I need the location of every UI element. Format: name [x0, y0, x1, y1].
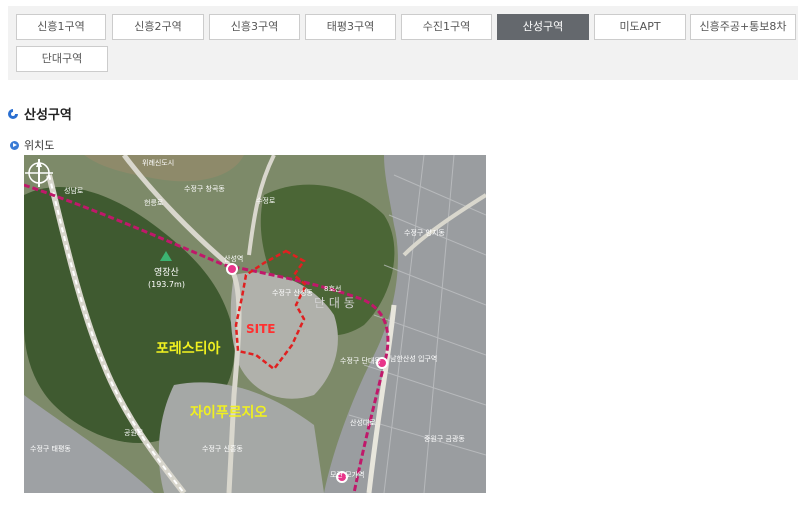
- section-heading: 산성구역: [8, 104, 72, 123]
- road-heonreung-label: 헌릉로: [144, 199, 164, 207]
- dandae-area-label: 단 대 동: [314, 296, 355, 310]
- tab-sinheung1[interactable]: 신흥1구역: [16, 14, 106, 40]
- apartment-forestia-label: 포레스티아: [156, 340, 221, 357]
- tab-sinheung-jugong[interactable]: 신흥주공+통보8차: [690, 14, 796, 40]
- mountain-name-label: 영장산: [154, 267, 179, 278]
- section-title: 산성구역: [24, 108, 72, 123]
- road-sujeong-label: 수정로: [256, 196, 276, 205]
- location-map: 영장산 (193.7m) SITE 포레스티아 자이푸르지오 산성역 남한산성 …: [24, 155, 486, 493]
- site-label: SITE: [246, 322, 276, 336]
- dong-geumgwang-label: 중원구 금광동: [424, 434, 465, 443]
- dong-sanseong-label: 수정구 산성동: [272, 288, 313, 297]
- station-namhansanseong-label: 남한산성 입구역: [390, 354, 437, 363]
- dong-sinheung-label: 수정구 신흥동: [202, 444, 243, 453]
- play-circle-icon: [10, 140, 19, 150]
- tab-sinheung2[interactable]: 신흥2구역: [112, 14, 204, 40]
- tab-taepyeong3[interactable]: 태평3구역: [305, 14, 396, 40]
- subsection-title: 위치도: [24, 139, 55, 152]
- road-seongnam-label: 성남로: [64, 186, 84, 195]
- mountain-height-label: (193.7m): [148, 280, 185, 289]
- road-sanseong-label: 산성대로: [350, 418, 376, 427]
- line8-label: 8호선: [324, 284, 341, 293]
- station-moran-label: 모란 모가역: [330, 470, 364, 479]
- station-sanseong-icon: [226, 263, 238, 275]
- tab-mido-apt[interactable]: 미도APT: [594, 14, 686, 40]
- tab-sanseong[interactable]: 산성구역: [497, 14, 589, 40]
- circle-arrow-icon: [8, 108, 18, 119]
- dong-taepyeong-label: 수정구 태평동: [30, 444, 71, 453]
- apartment-xi-prugio-label: 자이푸르지오: [190, 404, 267, 421]
- road-gongwon-label: 공원로: [124, 428, 144, 437]
- station-sanseong-label: 산성역: [224, 254, 243, 263]
- tab-sujin1[interactable]: 수진1구역: [401, 14, 492, 40]
- district-tab-bar: 신흥1구역 신흥2구역 신흥3구역 태평3구역 수진1구역 산성구역 미도APT…: [8, 6, 798, 80]
- marker-label: 위례신도시: [142, 158, 174, 167]
- dong-changgok-label: 수정구 창곡동: [184, 184, 225, 193]
- subsection-heading: 위치도: [10, 137, 54, 153]
- tab-dandae[interactable]: 단대구역: [16, 46, 108, 72]
- dong-yangji-label: 수정구 양지동: [404, 228, 445, 237]
- tab-sinheung3[interactable]: 신흥3구역: [209, 14, 300, 40]
- dong-dandae-label: 수정구 단대동: [340, 356, 381, 365]
